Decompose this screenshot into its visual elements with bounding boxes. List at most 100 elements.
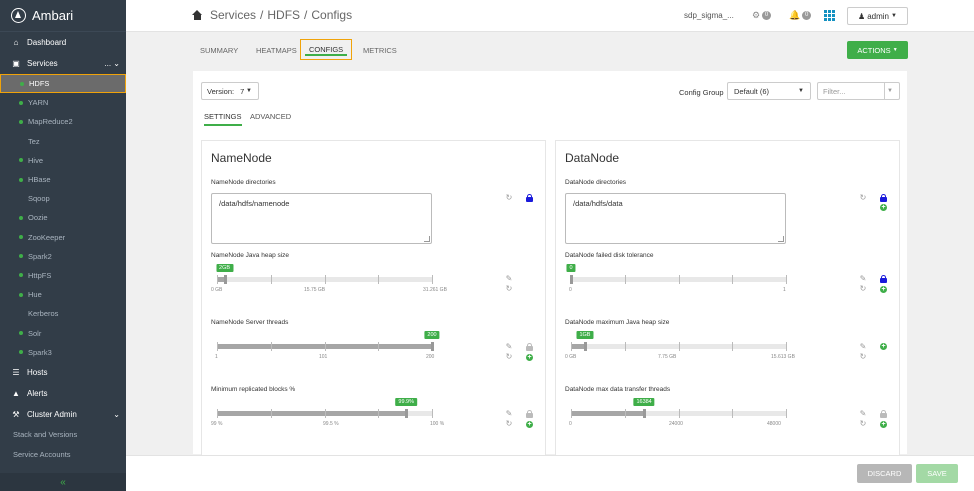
- slider-handle[interactable]: [431, 342, 434, 351]
- lock-icon[interactable]: [880, 194, 887, 202]
- edit-icon[interactable]: ✎: [504, 409, 514, 418]
- namenode-dirs-textarea[interactable]: /data/hdfs/namenode: [211, 193, 432, 244]
- sidebar-item-service[interactable]: Spark2: [0, 247, 126, 266]
- edit-icon[interactable]: ✎: [504, 274, 514, 283]
- ambari-logo[interactable]: Ambari: [0, 0, 126, 32]
- filter-input[interactable]: Filter... ▼: [817, 82, 900, 100]
- configs-content: Version: 7 ▼ Config Group Default (6) ▼ …: [193, 71, 907, 458]
- sidebar-item-service[interactable]: Hive: [0, 151, 126, 170]
- tab-summary[interactable]: SUMMARY: [200, 46, 238, 55]
- tab-configs[interactable]: CONFIGS: [300, 39, 353, 60]
- edit-icon[interactable]: ✎: [504, 342, 514, 351]
- edit-icon[interactable]: ✎: [858, 409, 868, 418]
- sidebar-item-service[interactable]: ZooKeeper: [0, 228, 126, 247]
- undo-icon[interactable]: ↻: [858, 284, 868, 293]
- collapse-sidebar-button[interactable]: «: [0, 473, 126, 491]
- slider-handle[interactable]: [223, 275, 227, 284]
- sidebar-item-label: Hue: [28, 290, 42, 300]
- datanode-heap-slider[interactable]: 1GB 0 GB 7.75 GB 15.613 GB: [565, 331, 795, 361]
- edit-icon[interactable]: ✎: [858, 274, 868, 283]
- lock-icon[interactable]: [526, 343, 533, 351]
- slider-handle[interactable]: [405, 409, 409, 418]
- lock-icon[interactable]: [526, 410, 533, 418]
- alerts-button[interactable]: 🔔 0: [789, 10, 812, 21]
- background-ops-button[interactable]: ⚙ 0: [752, 10, 772, 21]
- undo-icon[interactable]: ↻: [858, 419, 868, 428]
- views-grid-icon[interactable]: [824, 10, 835, 21]
- add-override-icon[interactable]: +: [880, 204, 887, 211]
- breadcrumb-hdfs[interactable]: HDFS: [267, 8, 300, 22]
- sidebar-item-services[interactable]: ▣ Services ... ⌄: [0, 53, 126, 74]
- undo-icon[interactable]: ↻: [504, 419, 514, 428]
- tab-advanced[interactable]: ADVANCED: [250, 112, 291, 121]
- caret-down-icon[interactable]: ▼: [887, 88, 893, 94]
- tab-heatmaps[interactable]: HEATMAPS: [256, 46, 297, 55]
- sidebar-item-service[interactable]: Hue: [0, 285, 126, 304]
- sidebar-item-label: Tez: [28, 136, 40, 146]
- slider-handle[interactable]: [643, 409, 647, 418]
- sidebar-item-service[interactable]: Solr: [0, 323, 126, 342]
- sidebar-item-label: Spark2: [28, 251, 52, 261]
- edit-icon[interactable]: ✎: [858, 342, 868, 351]
- sidebar-item-service[interactable]: HDFS: [0, 74, 126, 94]
- slider-tick: [786, 342, 787, 351]
- namenode-threads-slider[interactable]: 200 1 101 200: [211, 331, 440, 361]
- discard-button[interactable]: DISCARD: [857, 464, 912, 483]
- slider-tick: [270, 342, 272, 351]
- user-menu-button[interactable]: ♟ admin ▼: [847, 7, 908, 25]
- sidebar-item-service[interactable]: Kerberos: [0, 304, 126, 323]
- add-override-icon[interactable]: +: [526, 421, 533, 428]
- datanode-tolerance-slider[interactable]: 0 0 1: [565, 264, 787, 294]
- min-replicated-slider[interactable]: 99.9% 99 % 99.5 % 100 %: [211, 398, 444, 428]
- add-override-icon[interactable]: +: [880, 286, 887, 293]
- sidebar-item-alerts[interactable]: ▲ Alerts: [0, 383, 126, 404]
- sidebar-item-service[interactable]: HBase: [0, 170, 126, 189]
- namenode-heap-slider[interactable]: 2GB 0 GB 15.75 GB 31.261 GB: [211, 264, 447, 294]
- slider-handle[interactable]: [570, 275, 573, 284]
- undo-icon[interactable]: ↻: [504, 284, 514, 293]
- sidebar-item-label: Sqoop: [28, 194, 50, 204]
- datanode-dirs-textarea[interactable]: /data/hdfs/data: [565, 193, 786, 244]
- status-dot-icon: [19, 254, 23, 259]
- add-override-icon[interactable]: +: [880, 421, 887, 428]
- sidebar-item-service[interactable]: MapReduce2: [0, 112, 126, 131]
- sidebar-item-dashboard[interactable]: ⌂ Dashboard: [0, 32, 126, 53]
- add-override-icon[interactable]: +: [526, 354, 533, 361]
- save-button[interactable]: SAVE: [916, 464, 958, 483]
- version-dropdown[interactable]: Version: 7 ▼: [201, 82, 259, 100]
- more-icon: ...: [104, 59, 112, 68]
- lock-icon[interactable]: [526, 194, 533, 202]
- lock-icon[interactable]: [880, 410, 887, 418]
- slider-handle[interactable]: [583, 342, 587, 351]
- tab-settings[interactable]: SETTINGS: [204, 112, 242, 126]
- undo-icon[interactable]: ↻: [858, 193, 868, 202]
- sidebar-item-hosts[interactable]: ☰ Hosts: [0, 362, 126, 383]
- undo-icon[interactable]: ↻: [858, 352, 868, 361]
- sidebar-item-service[interactable]: Oozie: [0, 208, 126, 227]
- sidebar-item-service[interactable]: YARN: [0, 93, 126, 112]
- cluster-name[interactable]: sdp_sigma_...: [684, 11, 734, 20]
- sidebar-item-service[interactable]: Tez: [0, 132, 126, 151]
- sidebar-item-service-accounts[interactable]: Service Accounts: [0, 444, 126, 464]
- home-icon[interactable]: [192, 10, 203, 20]
- hosts-icon: ☰: [12, 367, 20, 377]
- sidebar-item-service[interactable]: Spark3: [0, 343, 126, 362]
- datanode-panel: DataNode DataNode directories /data/hdfs…: [555, 140, 900, 458]
- sidebar-item-service[interactable]: HttpFS: [0, 266, 126, 285]
- tab-metrics[interactable]: METRICS: [363, 46, 397, 55]
- sidebar-item-cluster-admin[interactable]: ⚒ Cluster Admin ⌄: [0, 404, 126, 425]
- datanode-tolerance-label: DataNode failed disk tolerance: [565, 252, 654, 259]
- actions-button[interactable]: ACTIONS ▼: [847, 41, 908, 59]
- breadcrumb-services[interactable]: Services: [210, 8, 256, 22]
- undo-icon[interactable]: ↻: [504, 352, 514, 361]
- lock-icon[interactable]: [880, 275, 887, 283]
- sidebar-item-stack-versions[interactable]: Stack and Versions: [0, 425, 126, 445]
- sidebar-item-service[interactable]: Sqoop: [0, 189, 126, 208]
- undo-icon[interactable]: ↻: [504, 193, 514, 202]
- datanode-xfer-slider[interactable]: 16384 0 24000 48000: [565, 398, 787, 428]
- services-menu[interactable]: ... ⌄: [104, 59, 120, 68]
- add-override-icon[interactable]: +: [880, 343, 887, 350]
- namenode-panel: NameNode NameNode directories /data/hdfs…: [201, 140, 546, 458]
- config-group-select[interactable]: Default (6) ▼: [727, 82, 811, 100]
- slider-tick: [432, 275, 433, 284]
